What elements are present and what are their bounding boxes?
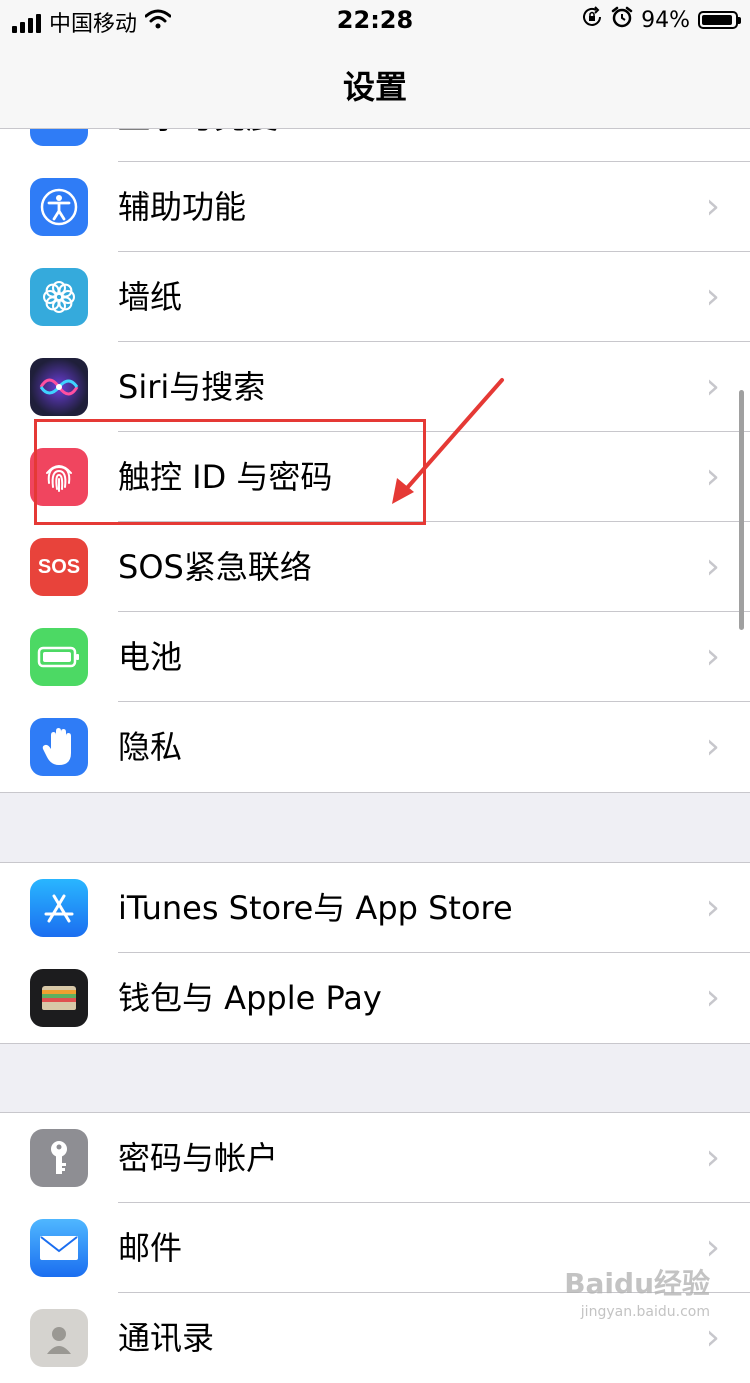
watermark: Baidu经验 jingyan.baidu.com xyxy=(564,1262,710,1320)
watermark-url: jingyan.baidu.com xyxy=(580,1304,710,1320)
watermark-brand: Baidu经验 xyxy=(564,1267,710,1300)
annotation-arrow-icon xyxy=(392,378,504,504)
